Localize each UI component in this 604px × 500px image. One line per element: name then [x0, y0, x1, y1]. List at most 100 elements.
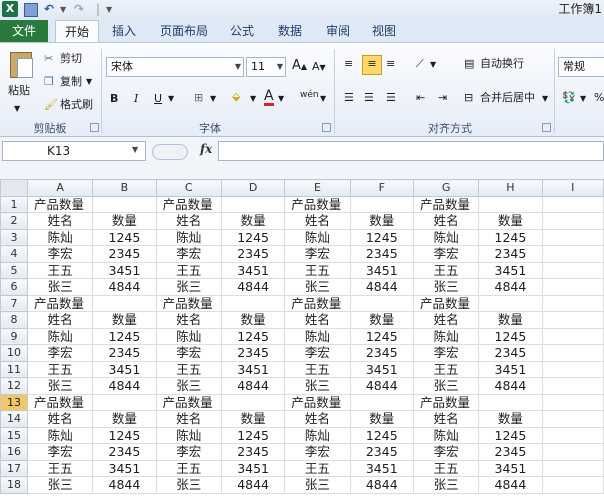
number-format-select[interactable]: 常规: [558, 57, 604, 77]
cell[interactable]: 陈灿: [284, 426, 351, 444]
excel-app-icon[interactable]: X: [2, 1, 18, 17]
cell[interactable]: 陈灿: [26, 228, 94, 246]
cell[interactable]: [541, 245, 604, 263]
cut-button[interactable]: 剪切: [60, 51, 82, 67]
cell[interactable]: [541, 195, 604, 213]
row-header[interactable]: 16: [0, 443, 28, 461]
cell[interactable]: 数量: [478, 410, 543, 428]
cell[interactable]: 王五: [412, 360, 480, 378]
cell[interactable]: 王五: [26, 459, 94, 477]
cell[interactable]: 姓名: [284, 212, 351, 230]
cell[interactable]: 产品数量: [412, 294, 480, 312]
cell[interactable]: 2345: [220, 344, 286, 362]
borders-dropdown-icon[interactable]: ▼: [210, 91, 216, 107]
tab-view[interactable]: 视图: [366, 20, 402, 42]
cell[interactable]: [541, 377, 604, 395]
bold-button[interactable]: B: [110, 91, 118, 107]
cell[interactable]: 1245: [478, 327, 543, 345]
shrink-font-button[interactable]: A▼: [312, 59, 326, 76]
customize-toolbar-icon[interactable]: ▼: [106, 2, 112, 17]
cell[interactable]: [541, 360, 604, 378]
cell[interactable]: 王五: [26, 261, 94, 279]
cell[interactable]: 陈灿: [284, 228, 351, 246]
save-icon[interactable]: [24, 3, 38, 17]
cell[interactable]: 张三: [26, 476, 94, 494]
cell[interactable]: 数量: [92, 410, 157, 428]
cell[interactable]: 3451: [478, 360, 543, 378]
percent-button[interactable]: %: [594, 90, 604, 106]
cell[interactable]: [541, 228, 604, 246]
underline-dropdown-icon[interactable]: ▼: [168, 91, 174, 107]
cell[interactable]: 1245: [349, 327, 414, 345]
cell[interactable]: 产品数量: [155, 294, 222, 312]
column-header-b[interactable]: B: [92, 179, 157, 197]
cell[interactable]: 4844: [220, 476, 286, 494]
cell[interactable]: 王五: [412, 459, 480, 477]
font-name-select[interactable]: 宋体 ▼: [106, 57, 244, 77]
clipboard-launcher-icon[interactable]: [90, 123, 99, 132]
cell[interactable]: 3451: [349, 459, 414, 477]
wrap-text-button[interactable]: 自动换行: [480, 56, 524, 72]
cell[interactable]: 1245: [92, 228, 157, 246]
cell[interactable]: 3451: [92, 261, 157, 279]
cell[interactable]: 陈灿: [412, 327, 480, 345]
name-box[interactable]: K13: [2, 141, 146, 161]
cell[interactable]: 李宏: [26, 344, 94, 362]
cell[interactable]: 李宏: [26, 443, 94, 461]
cell[interactable]: 姓名: [26, 212, 94, 230]
cell[interactable]: [541, 212, 604, 230]
cell[interactable]: 3451: [92, 459, 157, 477]
cell[interactable]: 李宏: [155, 245, 222, 263]
cell[interactable]: 王五: [26, 360, 94, 378]
redo-icon[interactable]: ↷: [74, 2, 84, 17]
paste-button-label[interactable]: 粘贴: [8, 83, 30, 99]
cell[interactable]: 陈灿: [26, 426, 94, 444]
cell[interactable]: [478, 393, 543, 411]
cell[interactable]: [541, 344, 604, 362]
tab-file[interactable]: 文件: [0, 20, 48, 42]
accounting-format-icon[interactable]: 💱: [562, 90, 576, 106]
cell[interactable]: 产品数量: [26, 393, 94, 411]
cell[interactable]: 姓名: [284, 410, 351, 428]
cell[interactable]: 2345: [478, 344, 543, 362]
cell[interactable]: [541, 327, 604, 345]
font-color-dropdown-icon[interactable]: ▼: [278, 91, 284, 107]
orientation-dropdown-icon[interactable]: ▼: [430, 57, 436, 73]
column-header-c[interactable]: C: [155, 179, 222, 197]
name-box-dropdown-icon[interactable]: ▼: [132, 145, 138, 154]
cell[interactable]: 王五: [284, 261, 351, 279]
cell[interactable]: 1245: [92, 426, 157, 444]
cell[interactable]: 姓名: [26, 311, 94, 329]
alignment-launcher-icon[interactable]: [542, 123, 551, 132]
row-header[interactable]: 6: [0, 278, 28, 296]
cell[interactable]: 张三: [412, 278, 480, 296]
align-bottom-icon[interactable]: ≡: [386, 56, 395, 72]
cell[interactable]: 3451: [220, 459, 286, 477]
cell[interactable]: 数量: [349, 212, 414, 230]
cell[interactable]: [541, 426, 604, 444]
cell[interactable]: 产品数量: [26, 294, 94, 312]
row-header[interactable]: 4: [0, 245, 28, 263]
cell[interactable]: 1245: [92, 327, 157, 345]
cell[interactable]: 4844: [349, 377, 414, 395]
cell[interactable]: 2345: [220, 443, 286, 461]
grow-font-button[interactable]: A▲: [292, 58, 307, 75]
column-header-d[interactable]: D: [220, 179, 286, 197]
row-header[interactable]: 2: [0, 212, 28, 230]
tab-insert[interactable]: 插入: [106, 20, 142, 42]
row-header[interactable]: 11: [0, 360, 28, 378]
cell[interactable]: 王五: [412, 261, 480, 279]
column-header-h[interactable]: H: [478, 179, 543, 197]
cell[interactable]: 1245: [349, 426, 414, 444]
cell[interactable]: [541, 311, 604, 329]
cell[interactable]: 4844: [220, 278, 286, 296]
cell[interactable]: 1245: [478, 426, 543, 444]
cell[interactable]: 1245: [478, 228, 543, 246]
cell[interactable]: 4844: [92, 476, 157, 494]
paste-icon[interactable]: [8, 48, 33, 78]
cell[interactable]: 张三: [26, 278, 94, 296]
column-header-a[interactable]: A: [26, 179, 94, 197]
cell[interactable]: 4844: [220, 377, 286, 395]
cell[interactable]: [349, 393, 414, 411]
fill-color-dropdown-icon[interactable]: ▼: [250, 91, 256, 107]
